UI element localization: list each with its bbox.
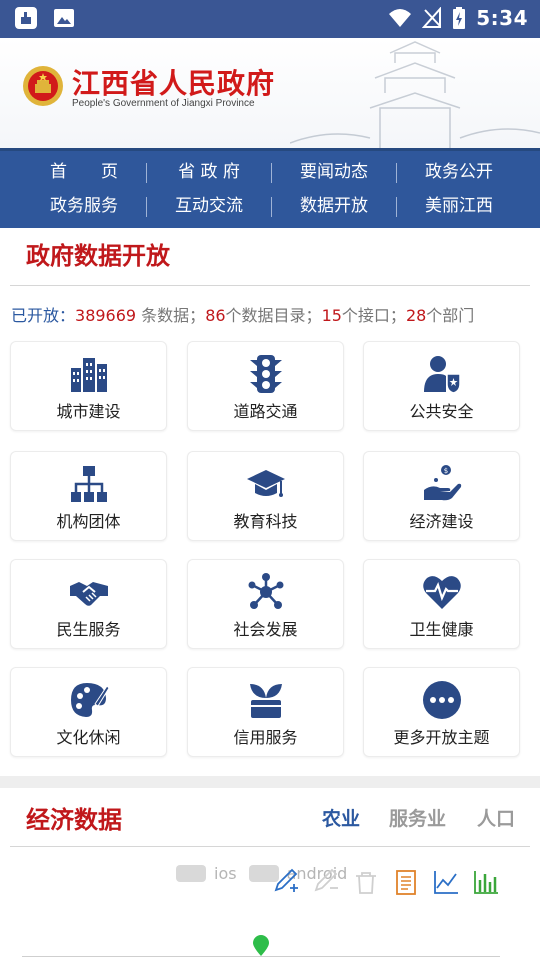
category-label: 机构团体 [56, 512, 121, 531]
stats-apis-unit: 个接口； [341, 306, 406, 325]
category-card-education-tech[interactable]: 教育科技 [187, 451, 344, 541]
hand-coin-icon: $ [424, 465, 462, 501]
section-divider [10, 846, 530, 847]
category-card-public-safety[interactable]: 公共安全 [363, 341, 520, 431]
stats-label: 已开放： [11, 306, 76, 325]
stats-depts-unit: 个部门 [426, 306, 475, 325]
nav-province-gov[interactable]: 省 政 府 [147, 159, 271, 185]
category-label: 文化休闲 [56, 728, 121, 747]
data-view-edit-icon[interactable] [272, 868, 300, 896]
chart-plot-area [22, 956, 500, 960]
category-card-institutions[interactable]: 机构团体 [10, 451, 167, 541]
gov-subtitle: People's Government of Jiangxi Province [72, 98, 255, 109]
heart-pulse-icon [423, 576, 461, 609]
status-bar: 5:34 [0, 0, 540, 38]
category-card-credit-services[interactable]: 信用服务 [187, 667, 344, 757]
section-title-economy: 经济数据 [26, 806, 122, 834]
category-label: 社会发展 [233, 620, 298, 639]
category-label: 公共安全 [409, 402, 474, 421]
chart-marker-pin-icon [253, 935, 269, 956]
graduation-cap-icon [247, 470, 285, 497]
category-label: 城市建设 [56, 402, 121, 421]
stats-records-unit: 条数据； [136, 306, 206, 325]
nav-gov-affairs-public[interactable]: 政务公开 [397, 159, 521, 185]
palette-icon [71, 683, 109, 717]
section-divider [10, 285, 530, 286]
restore-trash-icon[interactable] [352, 868, 380, 896]
category-label: 更多开放主题 [393, 728, 490, 747]
category-label: 信用服务 [233, 728, 298, 747]
image-notification-icon [54, 9, 74, 27]
nav-open-data[interactable]: 数据开放 [272, 193, 396, 219]
section-title-open-data: 政府数据开放 [26, 242, 170, 270]
category-label: 道路交通 [233, 402, 298, 421]
traffic-light-icon [250, 355, 282, 393]
stats-depts: 28 [405, 306, 427, 325]
category-label: 民生服务 [56, 620, 121, 639]
category-label: 经济建设 [409, 512, 474, 531]
org-chart-icon [71, 466, 107, 502]
category-card-livelihood-services[interactable]: 民生服务 [10, 559, 167, 649]
main-nav: 首 页 省 政 府 要闻动态 政务公开 政务服务 互动交流 数据开放 美丽江西 [0, 148, 540, 228]
network-nodes-icon [248, 573, 284, 609]
wifi-icon [389, 9, 412, 27]
stats-catalogs: 86 [205, 306, 226, 325]
nav-news[interactable]: 要闻动态 [272, 159, 396, 185]
police-shield-icon [424, 356, 461, 394]
tab-population[interactable]: 人口 [477, 804, 515, 831]
header-banner: 江西省人民政府 People's Government of Jiangxi P… [0, 38, 540, 148]
edit-remove-icon[interactable] [312, 868, 340, 896]
battery-charging-icon [453, 7, 466, 29]
stats-records: 389669 [75, 306, 137, 325]
section-gap [0, 776, 540, 788]
legend-swatch-ios[interactable] [176, 865, 206, 882]
app-notification-icon [15, 7, 37, 29]
data-view-icon[interactable] [392, 868, 420, 896]
bar-chart-icon[interactable] [472, 868, 500, 896]
category-card-road-traffic[interactable]: 道路交通 [187, 341, 344, 431]
category-card-more-topics[interactable]: 更多开放主题 [363, 667, 520, 757]
stats-catalogs-unit: 个数据目录； [225, 306, 322, 325]
category-label: 卫生健康 [409, 620, 474, 639]
status-time: 5:34 [476, 6, 528, 30]
legend-label-ios[interactable]: ios [214, 864, 237, 883]
nav-home[interactable]: 首 页 [22, 159, 146, 185]
category-label: 教育科技 [233, 512, 298, 531]
svg-text:$: $ [444, 467, 448, 475]
nav-gov-services[interactable]: 政务服务 [22, 193, 146, 219]
stats-apis: 15 [321, 306, 342, 325]
category-card-health[interactable]: 卫生健康 [363, 559, 520, 649]
pavilion-illustration [290, 41, 540, 148]
chart-toolbox [272, 868, 500, 896]
category-card-urban-construction[interactable]: 城市建设 [10, 341, 167, 431]
no-signal-icon [422, 7, 442, 28]
open-data-stats: 已开放：389669 条数据；86个数据目录；15个接口；28个部门 [11, 302, 474, 326]
handshake-icon [70, 582, 108, 606]
gov-title: 江西省人民政府 [72, 67, 276, 100]
category-card-culture-leisure[interactable]: 文化休闲 [10, 667, 167, 757]
plant-card-icon [250, 684, 282, 718]
more-dots-icon [423, 681, 461, 719]
tab-services[interactable]: 服务业 [389, 804, 446, 831]
category-card-economic-construction[interactable]: $ 经济建设 [363, 451, 520, 541]
city-buildings-icon [71, 358, 107, 392]
category-card-social-development[interactable]: 社会发展 [187, 559, 344, 649]
nav-beautiful-jiangxi[interactable]: 美丽江西 [397, 193, 521, 219]
line-chart-icon[interactable] [432, 868, 460, 896]
national-emblem-icon [23, 66, 63, 106]
nav-interaction[interactable]: 互动交流 [147, 193, 271, 219]
tab-agriculture[interactable]: 农业 [322, 804, 360, 831]
